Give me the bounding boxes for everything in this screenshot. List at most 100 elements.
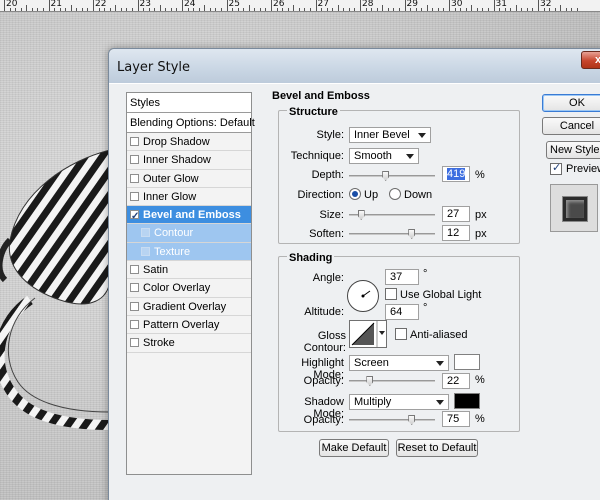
ruler-major-tick [226,0,228,11]
make-default-button[interactable]: Make Default [319,439,389,457]
size-slider[interactable] [349,210,435,220]
style-item-bevel-and-emboss[interactable]: Bevel and Emboss [127,206,251,226]
style-item-color-overlay[interactable]: Color Overlay [127,279,251,298]
size-input[interactable]: 27 [442,206,470,222]
horizontal-ruler[interactable]: 20 21 22 23 24 25 26 27 28 29 30 31 32 [0,0,600,12]
technique-label: Technique: [290,150,344,162]
style-item-checkbox[interactable] [130,319,139,329]
soften-slider[interactable] [349,229,435,239]
style-item-outer-glow[interactable]: Outer Glow [127,170,251,188]
highlight-color-swatch[interactable] [454,354,480,370]
style-item-label: Gradient Overlay [143,300,227,313]
depth-input[interactable]: 419 [442,166,470,182]
highlight-opacity-input[interactable]: 22 [442,373,470,389]
style-item-checkbox[interactable] [130,191,139,201]
style-item-inner-glow[interactable]: Inner Glow [127,188,251,207]
blending-options-item[interactable]: Blending Options: Default [127,113,255,133]
style-item-label: Texture [154,245,191,258]
technique-select[interactable]: Smooth [349,148,419,164]
ruler-major-tick [538,0,539,11]
altitude-input[interactable]: 64 [385,304,419,320]
soften-input[interactable]: 12 [442,225,470,241]
style-item-checkbox[interactable] [130,338,139,348]
style-item-contour[interactable]: Contour [127,224,251,243]
structure-title: Structure [287,106,340,118]
altitude-label: Altitude: [304,306,344,318]
cancel-button[interactable]: Cancel [542,117,600,135]
ruler-minor-tick [398,8,400,11]
ruler-minor-tick [9,8,11,11]
shadow-opacity-value: 75 [447,413,460,425]
anti-aliased-checkbox[interactable] [395,328,407,340]
style-item-drop-shadow[interactable]: Drop Shadow [127,133,251,152]
shadow-opacity-slider[interactable] [349,415,435,425]
chevron-down-icon [436,361,444,366]
style-item-texture[interactable]: Texture [127,242,251,262]
global-light-checkbox[interactable] [385,288,397,300]
direction-up-radio[interactable] [349,188,361,200]
style-item-checkbox[interactable] [130,173,139,183]
style-item-pattern-overlay[interactable]: Pattern Overlay [127,316,251,335]
direction-down-radio[interactable] [389,188,401,200]
style-item-checkbox[interactable] [141,246,150,256]
style-item-checkbox[interactable] [130,265,139,275]
angle-dial[interactable] [347,280,379,312]
style-item-checkbox[interactable] [141,228,150,238]
preview-swatch [563,197,587,221]
styles-list: Styles Blending Options: Default Drop Sh… [126,92,255,475]
ruler-minor-tick [37,8,39,11]
new-style-button[interactable]: New Style... [546,141,600,159]
altitude-unit: ° [423,302,428,314]
ruler-minor-tick [176,8,178,11]
styles-header[interactable]: Styles [127,93,251,113]
reset-to-default-button[interactable]: Reset to Default [396,439,478,457]
ruler-minor-tick [371,8,373,11]
gloss-contour-picker[interactable] [349,320,387,348]
ruler-major-tick [493,0,495,11]
ruler-minor-tick [526,8,528,11]
size-unit: px [475,209,487,221]
global-light-label: Use Global Light [400,289,482,301]
style-item-checkbox[interactable] [130,155,139,165]
ruler-minor-tick [42,8,44,11]
style-item-checkbox[interactable] [130,137,139,146]
gloss-contour-curve-icon [351,321,385,347]
direction-down-label: Down [404,189,433,201]
ruler-minor-tick [343,8,345,11]
ruler-minor-tick [120,8,122,11]
style-item-checkbox[interactable] [130,301,139,311]
preview-checkbox[interactable]: ✓ [550,162,562,175]
highlight-opacity-slider[interactable] [349,376,435,386]
shadow-opacity-unit: % [475,413,485,425]
close-button[interactable]: x [581,51,600,69]
ruler-minor-tick [81,8,83,11]
style-item-label: Stroke [143,337,175,350]
ruler-minor-tick [321,8,323,11]
ruler-minor-tick [198,8,200,11]
style-item-label: Color Overlay [143,282,211,295]
shadow-opacity-input[interactable]: 75 [442,411,470,427]
style-item-satin[interactable]: Satin [127,261,251,280]
ruler-major-tick [360,0,361,11]
shadow-color-swatch[interactable] [454,393,480,409]
highlight-mode-select[interactable]: Screen [349,355,449,371]
angle-input[interactable]: 37 [385,269,419,285]
ok-button[interactable]: OK [542,94,600,112]
style-item-inner-shadow[interactable]: Inner Shadow [127,151,251,170]
style-item-gradient-overlay[interactable]: Gradient Overlay [127,298,251,316]
ruler-minor-tick [426,5,428,11]
depth-slider[interactable] [349,171,435,181]
shadow-mode-select[interactable]: Multiply [349,394,449,410]
ruler-minor-tick [421,8,423,11]
style-item-stroke[interactable]: Stroke [127,334,251,353]
ruler-major-tick [449,0,450,11]
style-item-checkbox[interactable] [130,283,139,293]
dialog-titlebar[interactable]: Layer Style x [109,49,600,83]
ruler-minor-tick [215,8,217,11]
ruler-minor-tick [487,8,489,11]
ruler-minor-tick [393,8,395,11]
ruler-minor-tick [476,8,478,11]
style-select[interactable]: Inner Bevel [349,127,431,143]
style-item-checkbox[interactable] [130,208,139,226]
depth-value: 419 [447,168,466,180]
